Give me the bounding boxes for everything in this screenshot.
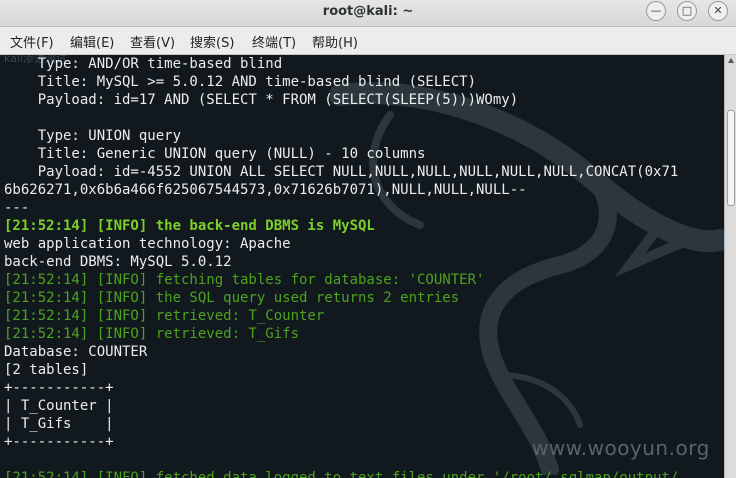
- menu-terminal[interactable]: 终端(T): [252, 32, 296, 51]
- terminal-line: Database: COUNTER: [4, 344, 148, 360]
- terminal-line: Type: AND/OR time-based blind: [4, 56, 283, 72]
- terminal-line: ---: [4, 200, 30, 216]
- terminal-line: [21:52:14] [INFO] fetched data logged to…: [4, 470, 679, 478]
- terminal-line: [21:52:14] [INFO] retrieved: T_Counter: [4, 308, 325, 324]
- minimize-icon[interactable]: —: [646, 1, 666, 21]
- terminal-line: [21:52:14] [INFO] the back-end DBMS is M…: [4, 218, 375, 234]
- menu-bar: 文件(F) 编辑(E) 查看(V) 搜索(S) 终端(T) 帮助(H): [0, 27, 736, 55]
- terminal-line: +-----------+: [4, 434, 114, 450]
- terminal-line: [21:52:14] [INFO] the SQL query used ret…: [4, 290, 460, 306]
- terminal-line: Type: UNION query: [4, 128, 182, 144]
- menu-view[interactable]: 查看(V): [130, 32, 175, 51]
- terminal-line: Title: Generic UNION query (NULL) - 10 c…: [4, 146, 426, 162]
- watermark: www.wooyun.org: [532, 436, 710, 460]
- terminal-line: web application technology: Apache: [4, 236, 291, 252]
- terminal-line: Payload: id=17 AND (SELECT * FROM (SELEC…: [4, 92, 519, 108]
- terminal-line: 6b626271,0x6b6a466f625067544573,0x71626b…: [4, 182, 527, 198]
- menu-edit[interactable]: 编辑(E): [70, 32, 114, 51]
- terminal-line: [2 tables]: [4, 362, 89, 378]
- menu-help[interactable]: 帮助(H): [312, 32, 358, 51]
- terminal-line: [21:52:14] [INFO] fetching tables for da…: [4, 272, 485, 288]
- terminal-line: | T_Gifs |: [4, 416, 114, 432]
- menu-file[interactable]: 文件(F): [10, 32, 54, 51]
- scroll-up-icon[interactable]: [728, 58, 734, 63]
- terminal-line: Payload: id=-4552 UNION ALL SELECT NULL,…: [4, 164, 679, 180]
- maximize-icon[interactable]: □: [677, 1, 697, 21]
- close-icon[interactable]: ✕: [708, 1, 728, 21]
- terminal-line: back-end DBMS: MySQL 5.0.12: [4, 254, 232, 270]
- menu-search[interactable]: 搜索(S): [190, 32, 234, 51]
- scrollbar[interactable]: [724, 55, 736, 478]
- terminal-line: Title: MySQL >= 5.0.12 AND time-based bl…: [4, 74, 477, 90]
- terminal-line: [21:52:14] [INFO] retrieved: T_Gifs: [4, 326, 300, 342]
- scrollbar-thumb[interactable]: [727, 110, 735, 206]
- terminal-line: | T_Counter |: [4, 398, 114, 414]
- window-title: root@kali: ~: [322, 4, 414, 19]
- title-bar[interactable]: root@kali: ~ — □ ✕: [0, 0, 736, 27]
- terminal-window: root@kali: ~ — □ ✕ 文件(F) 编辑(E) 查看(V) 搜索(…: [0, 0, 736, 478]
- terminal-output[interactable]: kali渗透测试 Type: AND/OR time-based blind T…: [0, 55, 724, 478]
- terminal-line: +-----------+: [4, 380, 114, 396]
